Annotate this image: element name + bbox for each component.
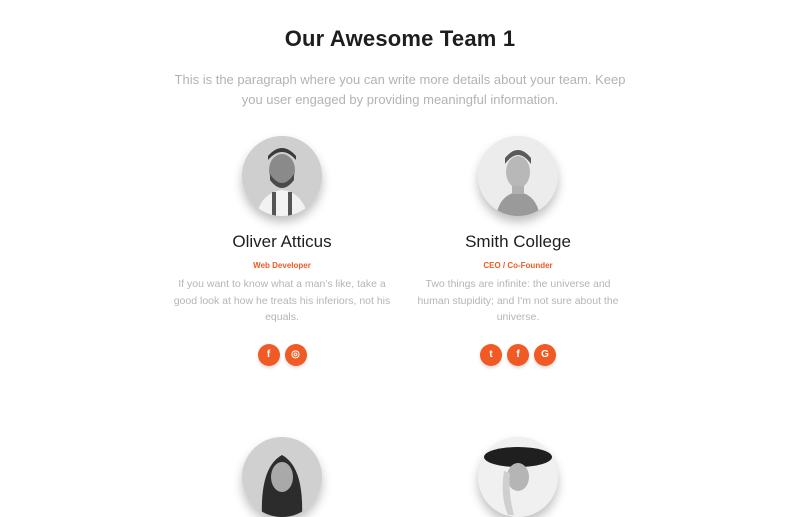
social-links: t f G	[408, 343, 628, 366]
member-role: Web Developer	[253, 261, 311, 270]
intro-paragraph: This is the paragraph where you can writ…	[174, 72, 626, 107]
team-member-card	[172, 437, 392, 517]
facebook-button[interactable]: f	[257, 343, 280, 366]
avatar	[478, 437, 558, 517]
member-bio: If you want to know what a man's like, t…	[173, 278, 391, 323]
google-button[interactable]: G	[534, 343, 556, 366]
twitter-button[interactable]: t	[480, 343, 502, 366]
team-member-card	[408, 437, 628, 517]
facebook-icon: f	[516, 348, 520, 360]
avatar	[242, 136, 322, 216]
page-title: Our Awesome Team 1	[284, 26, 516, 51]
member-name: Oliver Atticus	[232, 232, 332, 251]
member-name: Smith College	[465, 232, 571, 251]
team-member-card: Oliver Atticus Web Developer If you want…	[172, 136, 392, 366]
team-member-card: Smith College CEO / Co-Founder Two thing…	[408, 136, 628, 366]
social-links: f ◎	[172, 343, 392, 366]
avatar	[478, 136, 558, 216]
member-role: CEO / Co-Founder	[483, 261, 553, 270]
facebook-button[interactable]: f	[507, 343, 529, 366]
twitter-icon: t	[489, 348, 493, 360]
dribbble-icon: ◎	[291, 348, 300, 360]
facebook-icon: f	[266, 348, 271, 360]
member-bio: Two things are infinite: the universe an…	[417, 278, 619, 323]
avatar	[242, 437, 322, 517]
google-icon: G	[541, 348, 549, 360]
dribbble-button[interactable]: ◎	[284, 343, 307, 366]
